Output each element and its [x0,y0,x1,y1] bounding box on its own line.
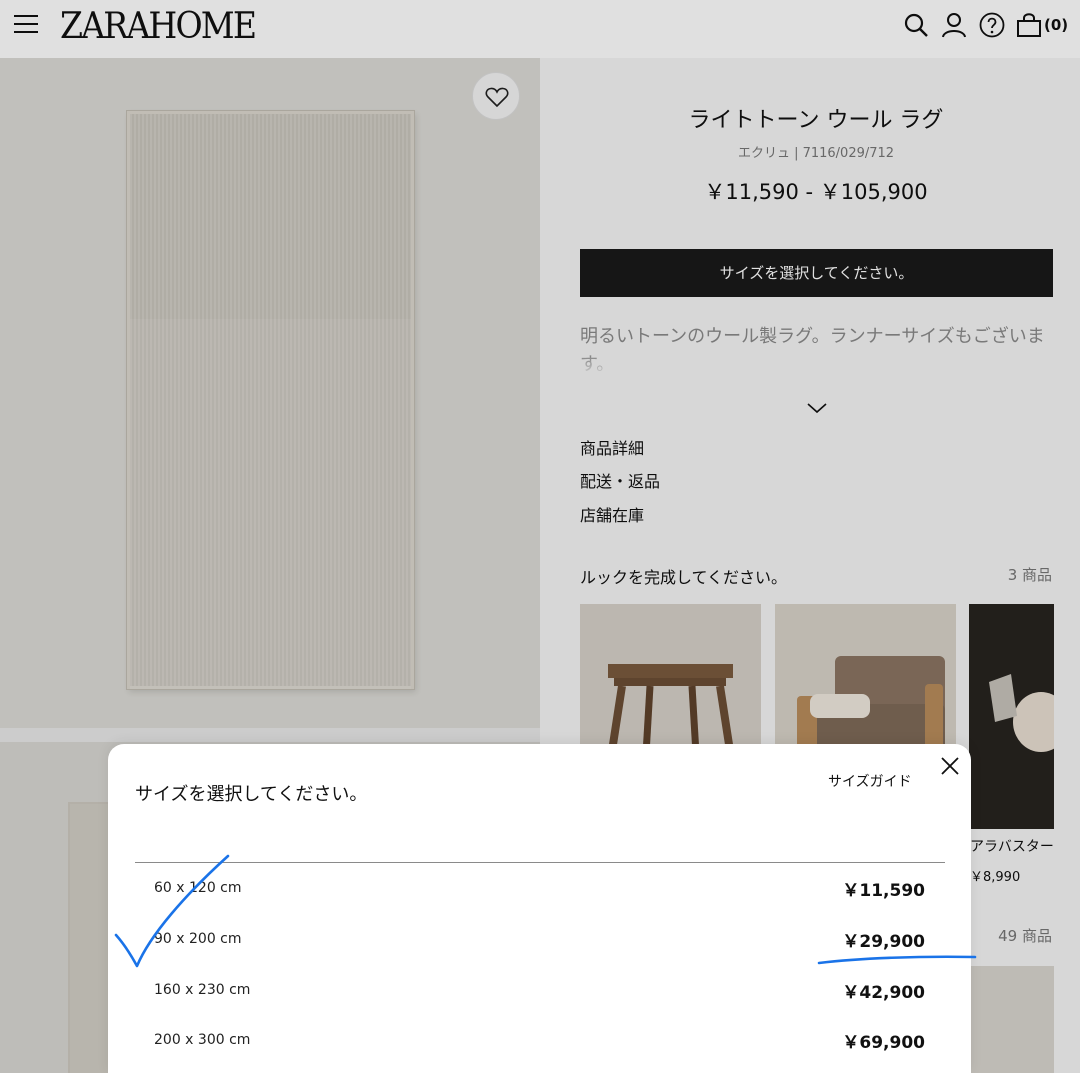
size-option[interactable]: 60 x 120 cm ￥11,590 [135,866,945,916]
size-selection-modal: サイズを選択してください。 サイズガイド 60 x 120 cm ￥11,590… [108,744,971,1073]
size-price: ￥29,900 [842,932,925,952]
size-label: 200 x 300 cm [154,1032,251,1048]
size-option[interactable]: 200 x 300 cm ￥69,900 [135,1018,945,1068]
size-label: 90 x 200 cm [154,931,242,947]
close-icon[interactable] [939,755,961,777]
size-price: ￥69,900 [842,1033,925,1053]
modal-divider [135,862,945,863]
modal-title: サイズを選択してください。 [135,784,368,805]
size-option[interactable]: 160 x 230 cm ￥42,900 [135,968,945,1018]
size-label: 60 x 120 cm [154,880,242,896]
size-price: ￥11,590 [842,881,925,901]
size-option[interactable]: 90 x 200 cm ￥29,900 [135,917,945,967]
size-label: 160 x 230 cm [154,982,251,998]
size-guide-link[interactable]: サイズガイド [828,771,912,791]
size-price: ￥42,900 [842,983,925,1003]
